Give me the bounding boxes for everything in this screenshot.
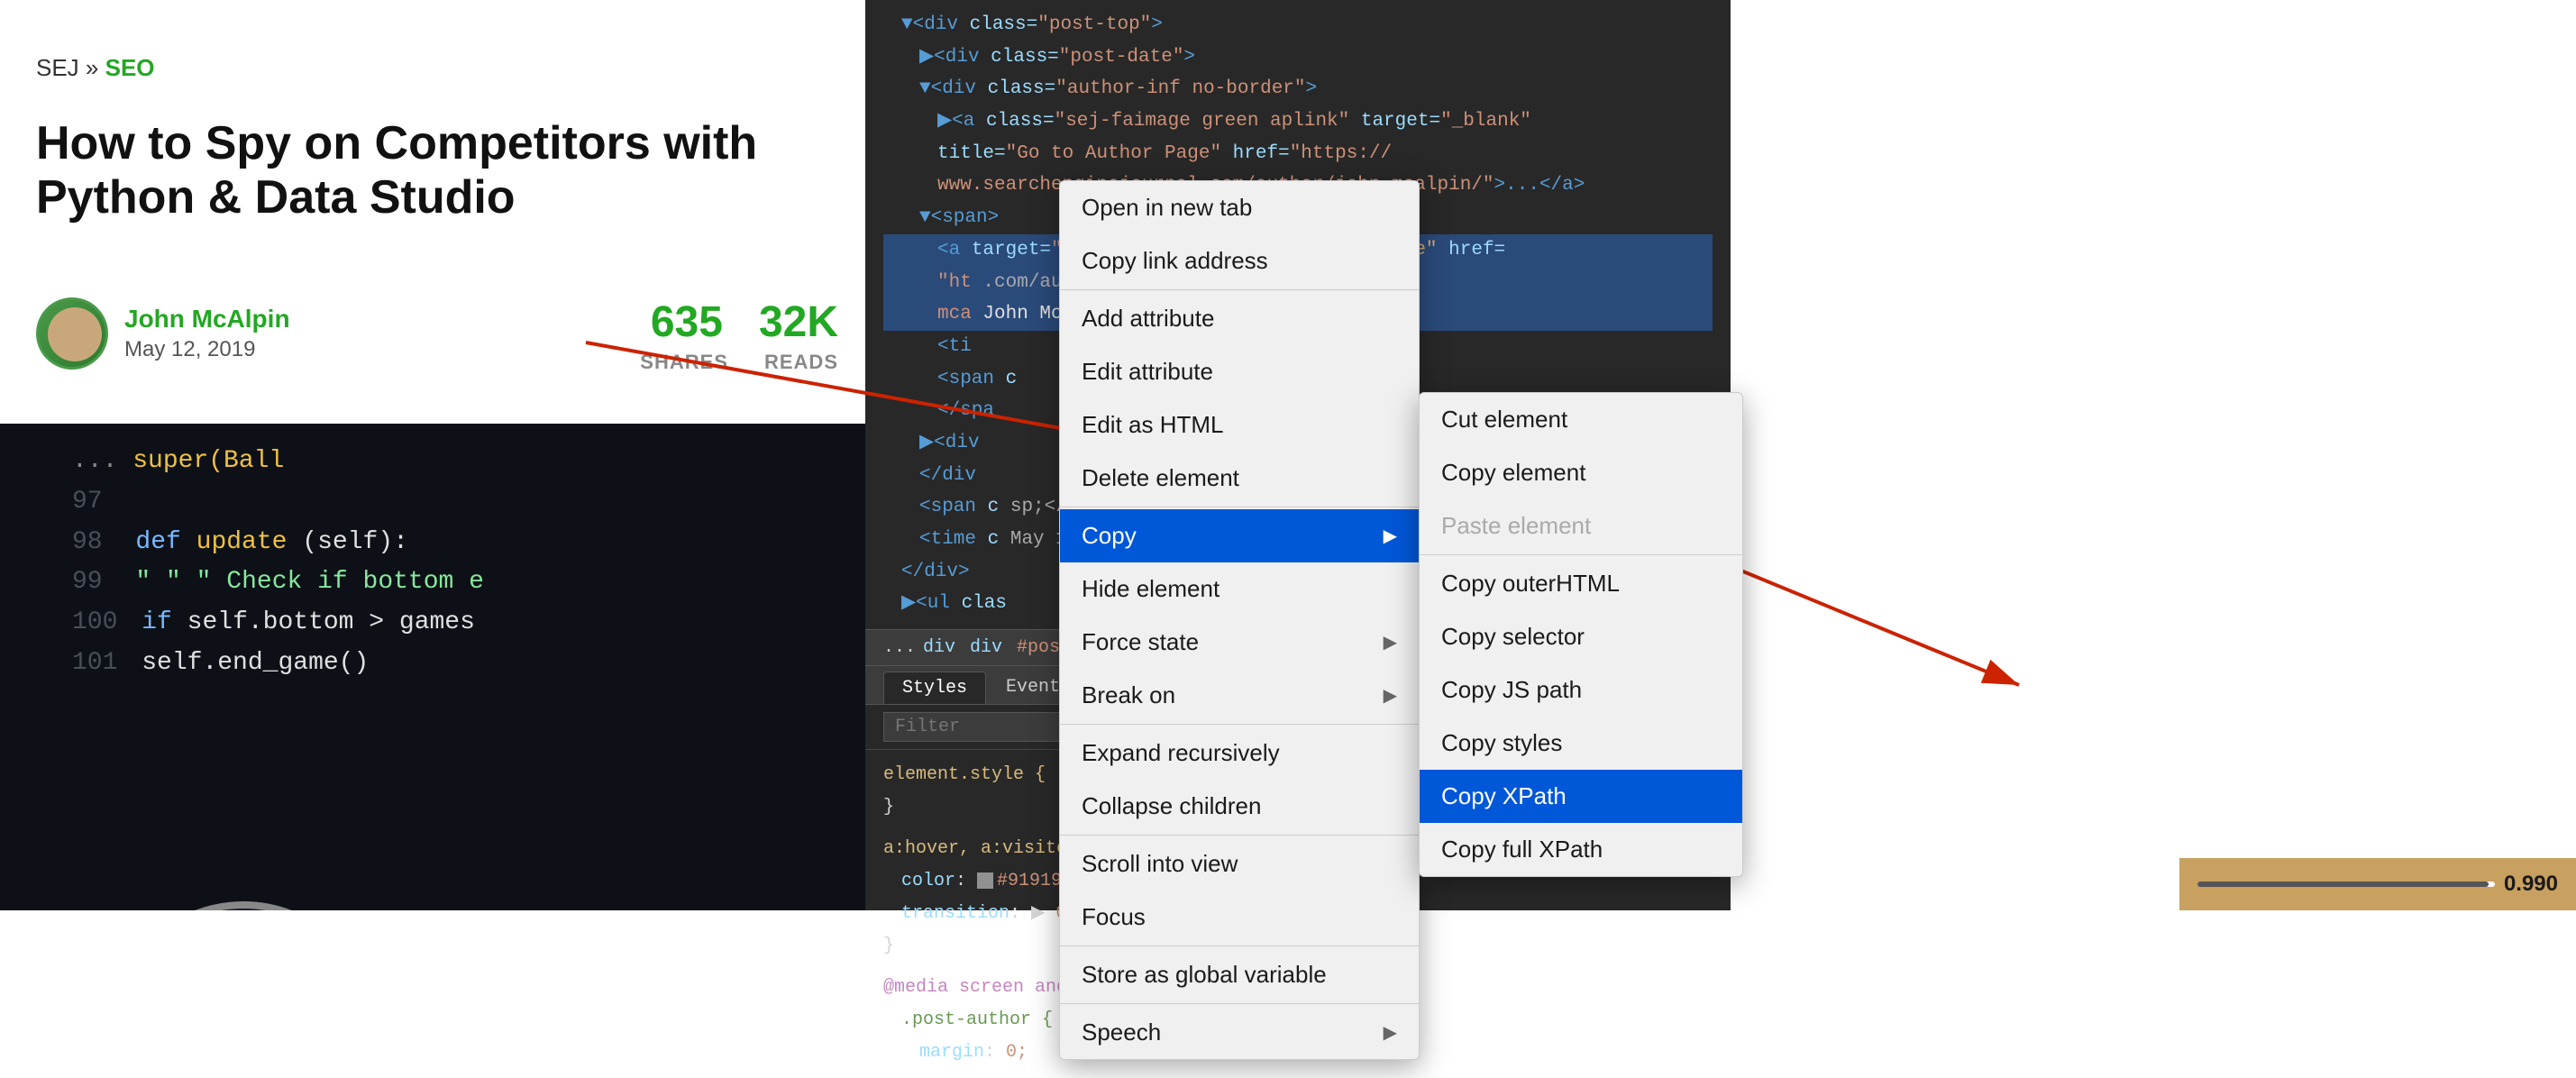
article-panel: SEJ » SEO How to Spy on Competitors with… [0,0,865,910]
submenu-copy-outerhtml[interactable]: Copy outerHTML [1420,557,1742,610]
break-on-arrow-icon: ▶ [1384,684,1397,707]
menu-edit-as-html[interactable]: Edit as HTML [1060,398,1419,452]
submenu-copy-js-path[interactable]: Copy JS path [1420,663,1742,717]
breadcrumb-sep: » [86,54,98,81]
author-date: May 12, 2019 [124,337,290,362]
submenu-divider-1 [1420,554,1742,555]
breadcrumb-sej: SEJ [36,54,79,81]
force-state-arrow-icon: ▶ [1384,631,1397,653]
slider-fill [2197,882,2489,887]
menu-speech[interactable]: Speech ▶ [1060,1006,1419,1059]
menu-expand-recursively[interactable]: Expand recursively [1060,726,1419,780]
menu-scroll-into-view[interactable]: Scroll into view [1060,837,1419,891]
menu-add-attribute[interactable]: Add attribute [1060,292,1419,345]
stat-shares-num: 635 [651,297,723,347]
slider-area: 0.990 [2179,858,2576,910]
menu-store-global[interactable]: Store as global variable [1060,948,1419,1001]
submenu-copy-full-xpath[interactable]: Copy full XPath [1420,823,1742,876]
menu-open-new-tab[interactable]: Open in new tab [1060,181,1419,234]
stats-section: 635 32K SHARES READS [640,297,838,374]
submenu-copy-xpath[interactable]: Copy XPath [1420,770,1742,823]
tab-styles[interactable]: Styles [883,671,986,704]
submenu-cut-element[interactable]: Cut element [1420,393,1742,446]
submenu-copy-styles[interactable]: Copy styles [1420,717,1742,770]
author-section: John McAlpin May 12, 2019 [36,297,290,370]
bc-ellipsis: ... [883,637,916,658]
submenu-paste-element[interactable]: Paste element [1420,499,1742,553]
menu-force-state[interactable]: Force state ▶ [1060,616,1419,669]
breadcrumb: SEJ » SEO [36,54,155,82]
menu-divider-6 [1060,1003,1419,1004]
author-info: John McAlpin May 12, 2019 [124,305,290,362]
menu-break-on[interactable]: Break on ▶ [1060,669,1419,722]
article-title: How to Spy on Competitors with Python & … [36,117,829,225]
code-image: ... super(Ball 97 98 def update (self): … [0,424,865,910]
stat-reads-num: 32K [759,297,838,347]
bc-div1[interactable]: div [923,637,955,658]
menu-delete-element[interactable]: Delete element [1060,452,1419,505]
slider-value[interactable]: 0.990 [2504,872,2558,897]
menu-edit-attribute[interactable]: Edit attribute [1060,345,1419,398]
context-menu: Open in new tab Copy link address Add at… [1059,180,1420,1060]
menu-divider-4 [1060,835,1419,836]
menu-hide-element[interactable]: Hide element [1060,562,1419,616]
submenu-copy-element[interactable]: Copy element [1420,446,1742,499]
stat-shares-label: SHARES [640,351,728,374]
author-name[interactable]: John McAlpin [124,305,290,333]
slider-track [2197,882,2495,887]
stat-reads-label: READS [764,351,838,374]
speech-arrow-icon: ▶ [1384,1021,1397,1044]
submenu-copy: Cut element Copy element Paste element C… [1419,392,1743,877]
breadcrumb-seo[interactable]: SEO [105,54,155,81]
menu-copy-link-address[interactable]: Copy link address [1060,234,1419,288]
bc-div2[interactable]: div [970,637,1002,658]
menu-divider-1 [1060,289,1419,290]
copy-arrow-icon: ▶ [1384,525,1397,547]
menu-collapse-children[interactable]: Collapse children [1060,780,1419,833]
menu-divider-3 [1060,724,1419,725]
menu-copy[interactable]: Copy ▶ Cut element Copy element Paste el… [1060,509,1419,562]
submenu-copy-selector[interactable]: Copy selector [1420,610,1742,663]
avatar [36,297,108,370]
menu-focus[interactable]: Focus [1060,891,1419,944]
